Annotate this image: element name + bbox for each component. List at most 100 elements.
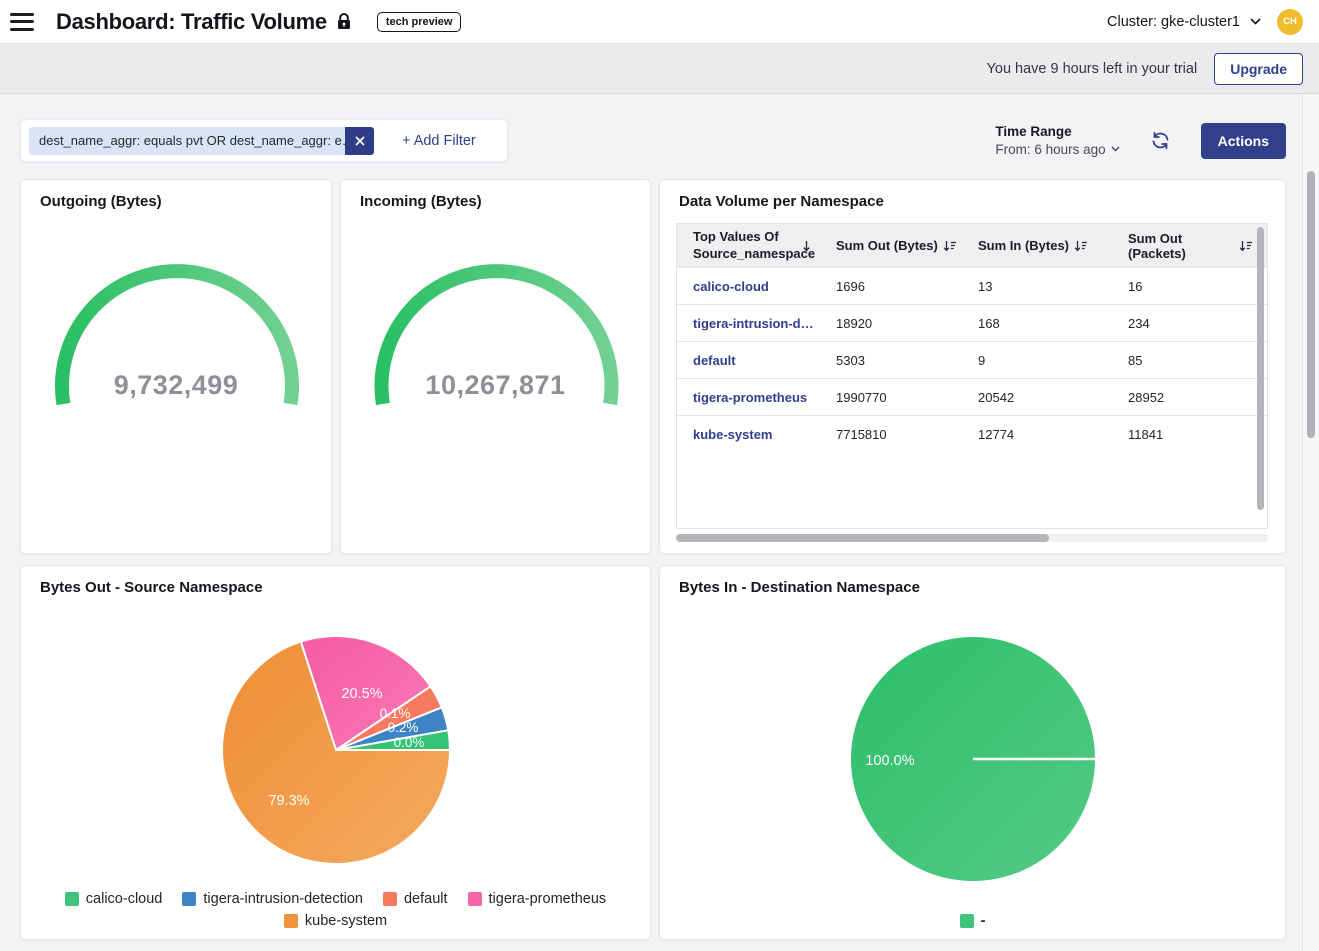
legend-swatch — [468, 892, 482, 906]
cell-sum-in-bytes: 13 — [978, 279, 1128, 294]
page-scrollbar-track — [1302, 95, 1319, 951]
refresh-icon — [1150, 130, 1171, 151]
cell-sum-in-bytes: 12774 — [978, 427, 1128, 442]
pie-legend: calico-cloud tigera-intrusion-detection … — [21, 891, 650, 929]
outgoing-bytes-card: Outgoing (Bytes) 9,732,499 — [20, 179, 332, 554]
time-range-label: Time Range — [995, 123, 1119, 141]
sort-amount-icon — [943, 240, 957, 252]
chevron-down-icon — [1250, 18, 1261, 25]
bytes-out-pie-chart: 20.5% 0.1% 0.2% 0.0% 79.3% — [21, 566, 651, 940]
sort-arrow-icon — [802, 240, 811, 252]
legend-swatch — [65, 892, 79, 906]
namespace-link[interactable]: default — [677, 353, 836, 368]
gauge-value: 10,267,871 — [341, 370, 650, 401]
legend-item-calico-cloud[interactable]: calico-cloud — [65, 891, 163, 907]
refresh-button[interactable] — [1150, 130, 1171, 151]
legend-item-tigera-intrusion-detection[interactable]: tigera-intrusion-detection — [182, 891, 363, 907]
cell-sum-out-bytes: 18920 — [836, 316, 978, 331]
slice-label: 0.2% — [388, 720, 419, 735]
table-row: default 5303 9 85 — [677, 341, 1267, 378]
cell-sum-out-packets: 234 — [1128, 316, 1267, 331]
cell-sum-out-packets: 16 — [1128, 279, 1267, 294]
legend-swatch — [383, 892, 397, 906]
column-header-source-namespace[interactable]: Top Values Of Source_namespace — [677, 229, 836, 262]
column-header-sum-out-packets[interactable]: Sum Out (Packets) — [1128, 231, 1253, 261]
page-scrollbar[interactable] — [1307, 171, 1315, 438]
page-title: Dashboard: Traffic Volume — [56, 9, 327, 35]
dashboard-content: dest_name_aggr: equals pvt OR dest_name_… — [0, 94, 1319, 951]
card-title: Bytes In - Destination Namespace — [660, 566, 1285, 596]
filter-chip-text: dest_name_aggr: equals pvt OR dest_name_… — [29, 127, 345, 155]
add-filter-button[interactable]: + Add Filter — [402, 133, 476, 149]
gauge-value: 9,732,499 — [21, 370, 331, 401]
legend-item-tigera-prometheus[interactable]: tigera-prometheus — [468, 891, 607, 907]
chevron-down-icon — [1111, 146, 1120, 152]
namespace-link[interactable]: tigera-intrusion-d… — [677, 316, 836, 331]
slice-label: 20.5% — [341, 686, 382, 702]
gauge-arc — [341, 180, 651, 553]
legend-swatch — [182, 892, 196, 906]
time-range-from: From: 6 hours ago — [995, 141, 1105, 159]
card-title: Incoming (Bytes) — [341, 180, 650, 210]
legend-swatch — [960, 914, 974, 928]
bytes-out-pie-card: Bytes Out - Source Namespace — [20, 565, 651, 940]
trial-banner: You have 9 hours left in your trial Upgr… — [0, 43, 1319, 94]
filter-card: dest_name_aggr: equals pvt OR dest_name_… — [20, 119, 508, 162]
legend-item-default[interactable]: default — [383, 891, 448, 907]
column-header-sum-in-bytes[interactable]: Sum In (Bytes) — [978, 238, 1128, 253]
actions-button[interactable]: Actions — [1201, 123, 1286, 159]
table-row: tigera-prometheus 1990770 20542 28952 — [677, 378, 1267, 415]
filter-bar: dest_name_aggr: equals pvt OR dest_name_… — [20, 119, 1286, 162]
hamburger-menu-icon[interactable] — [10, 13, 34, 31]
card-title: Data Volume per Namespace — [660, 180, 1285, 210]
namespace-link[interactable]: calico-cloud — [677, 279, 836, 294]
table-horizontal-scrollbar[interactable] — [676, 534, 1049, 542]
slice-label: 79.3% — [268, 793, 309, 809]
legend-item-dash[interactable]: - — [960, 913, 986, 929]
card-title: Outgoing (Bytes) — [21, 180, 331, 210]
legend-item-kube-system[interactable]: kube-system — [284, 913, 387, 929]
incoming-bytes-card: Incoming (Bytes) 10,267,871 — [340, 179, 651, 554]
cluster-dropdown[interactable]: Cluster: gke-cluster1 — [1107, 14, 1261, 30]
time-range-dropdown[interactable]: Time Range From: 6 hours ago — [995, 123, 1119, 158]
cell-sum-out-bytes: 1990770 — [836, 390, 978, 405]
namespace-link[interactable]: tigera-prometheus — [677, 390, 836, 405]
cell-sum-in-bytes: 9 — [978, 353, 1128, 368]
gauge-arc — [21, 180, 332, 553]
close-icon — [355, 136, 365, 146]
trial-message: You have 9 hours left in your trial — [987, 61, 1198, 77]
table-header-row: Top Values Of Source_namespace Sum Out (… — [677, 224, 1267, 267]
lock-icon — [337, 13, 351, 30]
sort-amount-icon — [1239, 240, 1253, 252]
cards-row-1: Outgoing (Bytes) 9,732,499 Incoming (Byt… — [20, 179, 1286, 554]
cell-sum-out-bytes: 5303 — [836, 353, 978, 368]
cell-sum-in-bytes: 20542 — [978, 390, 1128, 405]
table-horizontal-scrollbar-track — [676, 534, 1268, 542]
slice-label: 100.0% — [865, 753, 914, 769]
cell-sum-out-bytes: 7715810 — [836, 427, 978, 442]
namespace-table: Top Values Of Source_namespace Sum Out (… — [676, 223, 1268, 529]
upgrade-button[interactable]: Upgrade — [1214, 53, 1303, 85]
filter-chip[interactable]: dest_name_aggr: equals pvt OR dest_name_… — [29, 127, 374, 155]
bytes-in-pie-card: Bytes In - Destination Namespace 100.0% … — [659, 565, 1286, 940]
namespace-link[interactable]: kube-system — [677, 427, 836, 442]
table-vertical-scrollbar[interactable] — [1257, 227, 1264, 510]
sort-amount-icon — [1074, 240, 1088, 252]
slice-label: 0.1% — [380, 706, 411, 721]
cluster-dropdown-label: Cluster: gke-cluster1 — [1107, 14, 1240, 30]
card-title: Bytes Out - Source Namespace — [21, 566, 650, 596]
tech-preview-badge: tech preview — [377, 12, 462, 32]
cell-sum-out-packets: 28952 — [1128, 390, 1267, 405]
slice-label: 0.0% — [394, 735, 425, 750]
table-row: kube-system 7715810 12774 11841 — [677, 415, 1267, 452]
column-header-sum-out-bytes[interactable]: Sum Out (Bytes) — [836, 238, 978, 253]
cell-sum-out-packets: 85 — [1128, 353, 1267, 368]
avatar[interactable]: CH — [1277, 9, 1303, 35]
pie-legend: - — [660, 913, 1285, 929]
cell-sum-out-bytes: 1696 — [836, 279, 978, 294]
cards-row-2: Bytes Out - Source Namespace — [20, 565, 1286, 940]
table-row: calico-cloud 1696 13 16 — [677, 267, 1267, 304]
cell-sum-out-packets: 11841 — [1128, 427, 1267, 442]
remove-filter-button[interactable] — [345, 127, 374, 155]
table-row: tigera-intrusion-d… 18920 168 234 — [677, 304, 1267, 341]
